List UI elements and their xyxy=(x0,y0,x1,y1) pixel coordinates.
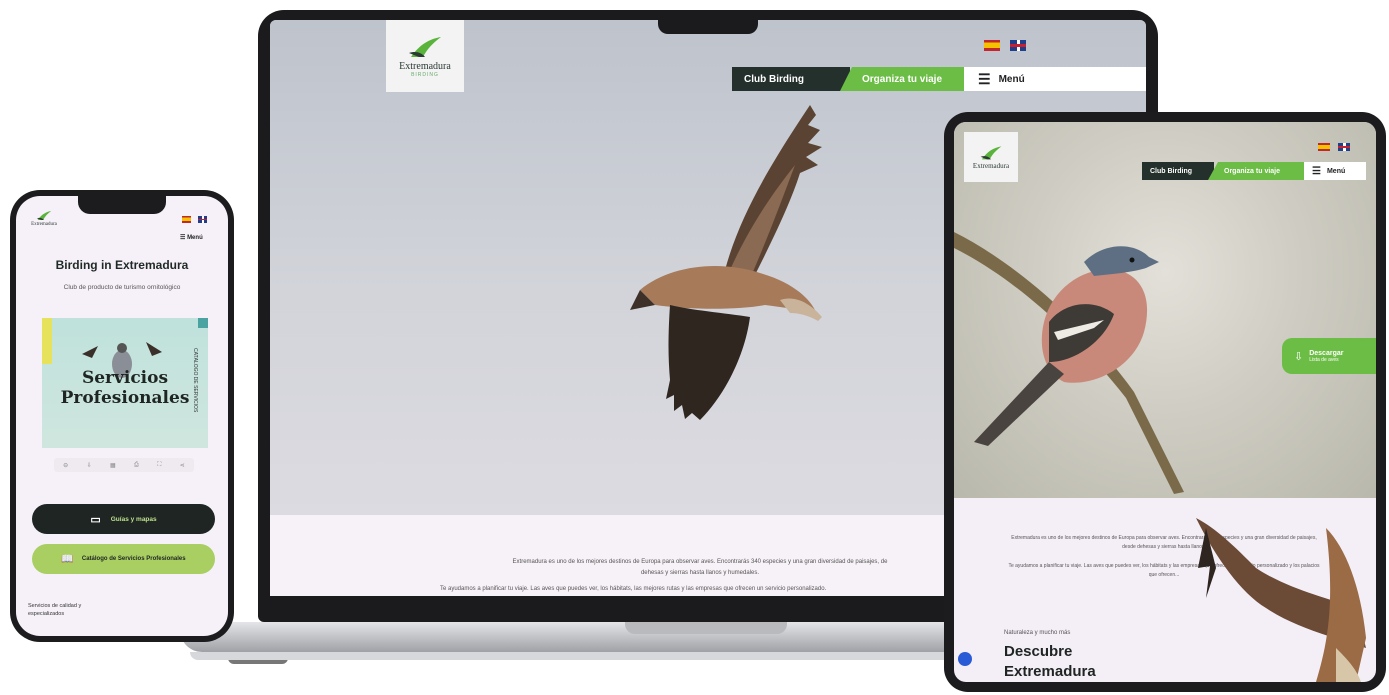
tablet-heading-line2: Extremadura xyxy=(1004,663,1096,680)
phone-footer-text: Servicios de calidad y especializados xyxy=(28,603,82,617)
brochure-title-line1: Servicios xyxy=(81,368,169,388)
fullscreen-icon[interactable]: ⛶ xyxy=(157,462,161,469)
brochure-corner xyxy=(198,318,208,328)
laptop-trackpad-notch xyxy=(625,622,787,634)
site-logo[interactable]: Extremadura BIRDING xyxy=(386,20,464,92)
nav-menu-button[interactable]: ☰ Menú xyxy=(1304,162,1366,180)
brochure-toolbar: ⊖ ⇩ ▦ ⎙ ⛶ ⋖ xyxy=(54,458,194,472)
spanish-flag-icon[interactable] xyxy=(1318,143,1330,151)
brochure-side-text: CATÁLOGO DE SERVICIOS xyxy=(192,348,198,413)
kite-illustration xyxy=(1196,518,1366,682)
chaffinch-illustration xyxy=(954,232,1184,494)
phone-logo[interactable]: Extremadura xyxy=(24,210,64,227)
bird-logo-icon xyxy=(409,36,441,57)
hamburger-icon: ☰ xyxy=(180,235,186,241)
logo-text: Extremadura xyxy=(31,222,57,227)
tablet-heading-line1: Descubre xyxy=(1004,643,1073,660)
nav-club-birding[interactable]: Club Birding xyxy=(732,67,850,91)
download-label: Descargar xyxy=(1309,349,1344,357)
phone-language-switcher xyxy=(182,210,208,228)
download-icon[interactable]: ⇩ xyxy=(87,462,92,469)
tablet-icon: ▭ xyxy=(90,513,101,526)
print-icon[interactable]: ⎙ xyxy=(134,462,139,469)
phone-subtitle: Club de producto de turismo ornitológico xyxy=(63,284,181,291)
logo-text: Extremadura xyxy=(972,161,1010,170)
hamburger-icon: ☰ xyxy=(1312,165,1321,177)
brochure-title-line2: Profesionales xyxy=(60,388,190,408)
language-switcher xyxy=(984,38,1027,56)
guides-button[interactable]: ▭ Guías y mapas xyxy=(32,504,215,534)
nav-menu-button[interactable]: ☰ Menú xyxy=(964,67,1146,91)
tablet-language-switcher xyxy=(1318,138,1351,156)
nav-organiza-viaje[interactable]: Organiza tu viaje xyxy=(1208,162,1304,180)
bird-logo-icon xyxy=(36,211,52,221)
download-icon: ⇩ xyxy=(1294,350,1304,363)
menu-label: Menú xyxy=(998,73,1025,85)
logo-subtext: BIRDING xyxy=(411,71,439,78)
brochure-title: Servicios Profesionales xyxy=(42,368,208,408)
tablet-kicker: Naturaleza y mucho más xyxy=(1004,630,1071,636)
menu-label: Menú xyxy=(1326,167,1346,175)
phone-notch xyxy=(78,196,166,214)
logo-text: Extremadura xyxy=(399,60,451,72)
menu-label: Menú xyxy=(187,235,203,241)
spanish-flag-icon[interactable] xyxy=(182,216,191,223)
nav-club-birding[interactable]: Club Birding xyxy=(1142,162,1214,180)
spanish-flag-icon[interactable] xyxy=(984,40,1000,51)
hamburger-icon: ☰ xyxy=(978,70,991,87)
bird-logo-icon xyxy=(980,145,1002,159)
phone-screen: Extremadura ☰ Menú Birding in Extremadur… xyxy=(16,196,228,636)
nav-organiza-viaje[interactable]: Organiza tu viaje xyxy=(840,67,964,91)
tablet-heading: Descubre Extremadura xyxy=(1004,642,1096,682)
download-bird-list-button[interactable]: ⇩ Descargar Lista de aves xyxy=(1282,338,1376,374)
laptop-camera-notch xyxy=(658,10,758,34)
catalog-label: Catálogo de Servicios Profesionales xyxy=(81,556,186,562)
vulture-illustration xyxy=(630,105,822,420)
share-icon[interactable]: ⋖ xyxy=(180,462,185,469)
brochure-stripe xyxy=(42,318,52,364)
catalog-button[interactable]: 📖 Catálogo de Servicios Profesionales xyxy=(32,544,215,574)
intro-paragraph-3: Te ayudamos a planificar tu viaje. Las a… xyxy=(440,586,827,592)
intro-paragraph-2: dehesas y sierras hasta llanos y humedal… xyxy=(640,570,760,576)
book-icon: 📖 xyxy=(61,553,74,565)
uk-flag-icon[interactable] xyxy=(198,216,208,223)
grid-icon[interactable]: ▦ xyxy=(110,462,116,469)
phone-menu-button[interactable]: ☰ Menú xyxy=(180,234,203,241)
accessibility-icon[interactable] xyxy=(958,652,972,666)
uk-flag-icon[interactable] xyxy=(1338,143,1351,151)
tablet-logo[interactable]: Extremadura xyxy=(964,132,1018,182)
download-sublabel: Lista de aves xyxy=(1309,356,1339,363)
intro-paragraph-1: Extremadura es uno de los mejores destin… xyxy=(512,559,888,565)
tablet-screen: Extremadura Club Birding Organiza tu via… xyxy=(954,122,1376,682)
guides-label: Guías y mapas xyxy=(110,515,157,523)
uk-flag-icon[interactable] xyxy=(1010,40,1027,51)
zoom-icon[interactable]: ⊖ xyxy=(63,462,68,469)
brochure-cover[interactable]: Servicios Profesionales CATÁLOGO DE SERV… xyxy=(42,318,208,448)
phone-title: Birding in Extremadura xyxy=(55,258,189,272)
